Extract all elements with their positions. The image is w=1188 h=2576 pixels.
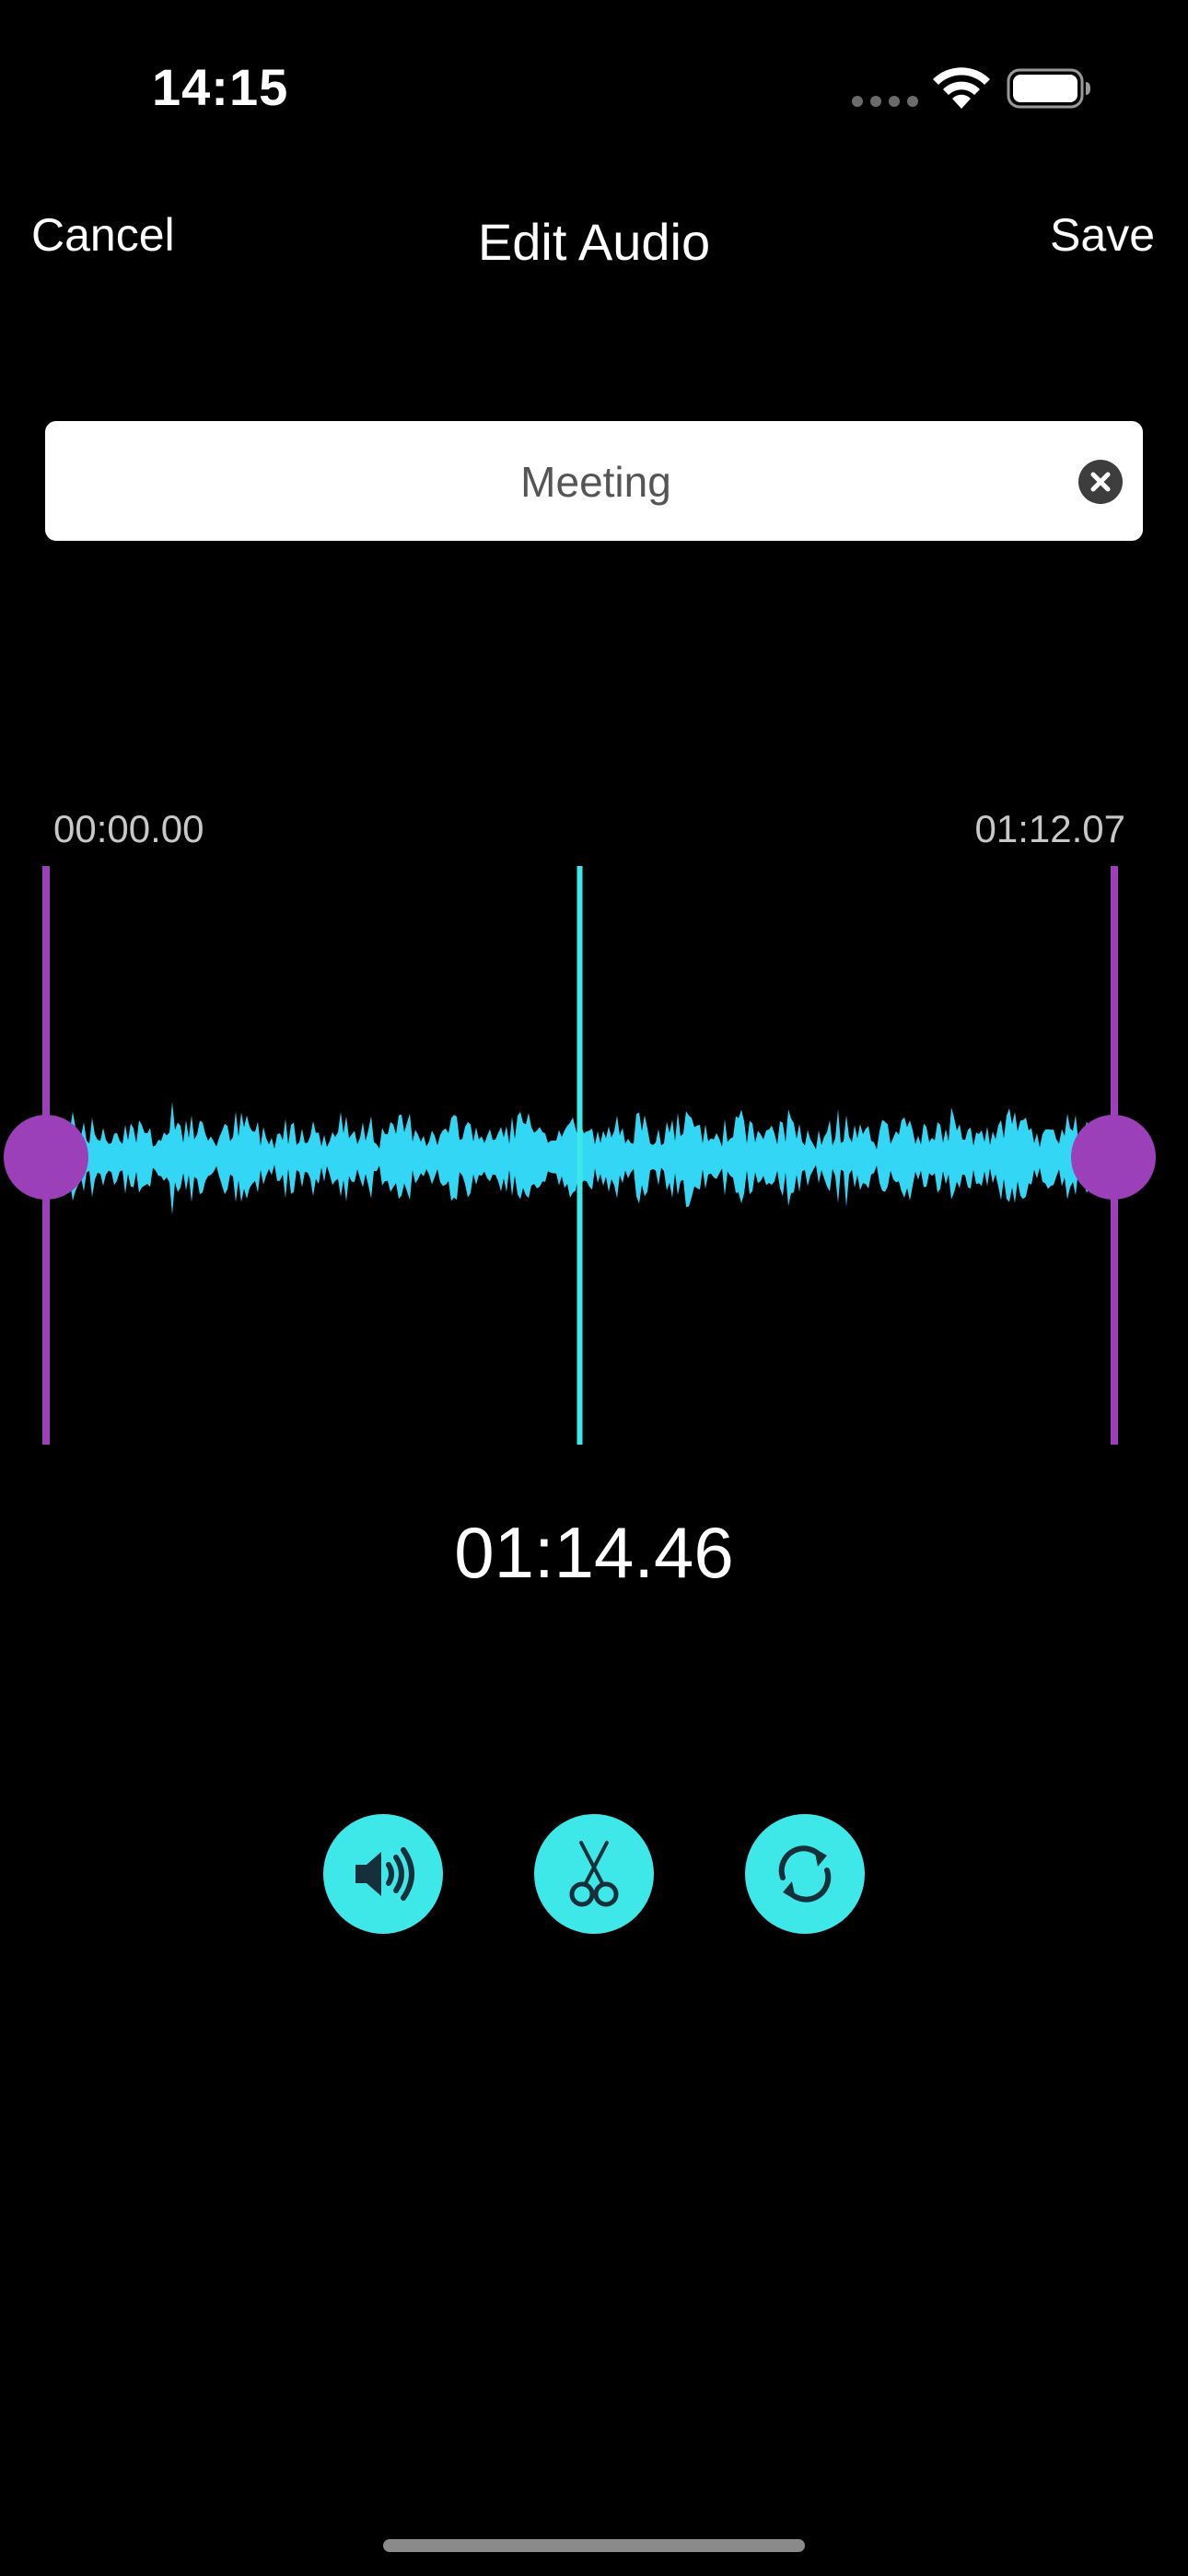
waveform-editor[interactable]	[0, 866, 1188, 1446]
home-indicator	[383, 2539, 805, 2552]
save-button[interactable]: Save	[1050, 208, 1155, 262]
recording-name-field	[45, 421, 1143, 543]
trim-start-time: 00:00.00	[53, 807, 204, 850]
status-time: 14:15	[152, 58, 289, 116]
trim-start-handle[interactable]	[4, 1115, 88, 1200]
scissors-icon	[569, 1841, 619, 1907]
recording-name-input[interactable]	[119, 421, 1073, 543]
battery-icon	[1007, 68, 1090, 109]
clear-icon	[1090, 472, 1111, 492]
speaker-icon	[355, 1847, 414, 1901]
volume-button[interactable]	[323, 1814, 443, 1934]
clear-text-button[interactable]	[1078, 460, 1123, 504]
loop-button[interactable]	[745, 1814, 865, 1934]
current-playback-time: 01:14.46	[454, 1512, 734, 1593]
trim-end-time: 01:12.07	[974, 807, 1126, 850]
trim-button[interactable]	[534, 1814, 654, 1934]
wifi-icon	[933, 67, 990, 109]
signal-dots-icon	[852, 96, 918, 107]
playhead[interactable]	[577, 866, 583, 1445]
page-title: Edit Audio	[477, 213, 711, 271]
cancel-button[interactable]: Cancel	[31, 208, 175, 262]
trim-end-handle[interactable]	[1071, 1115, 1156, 1200]
loop-icon	[778, 1845, 832, 1903]
